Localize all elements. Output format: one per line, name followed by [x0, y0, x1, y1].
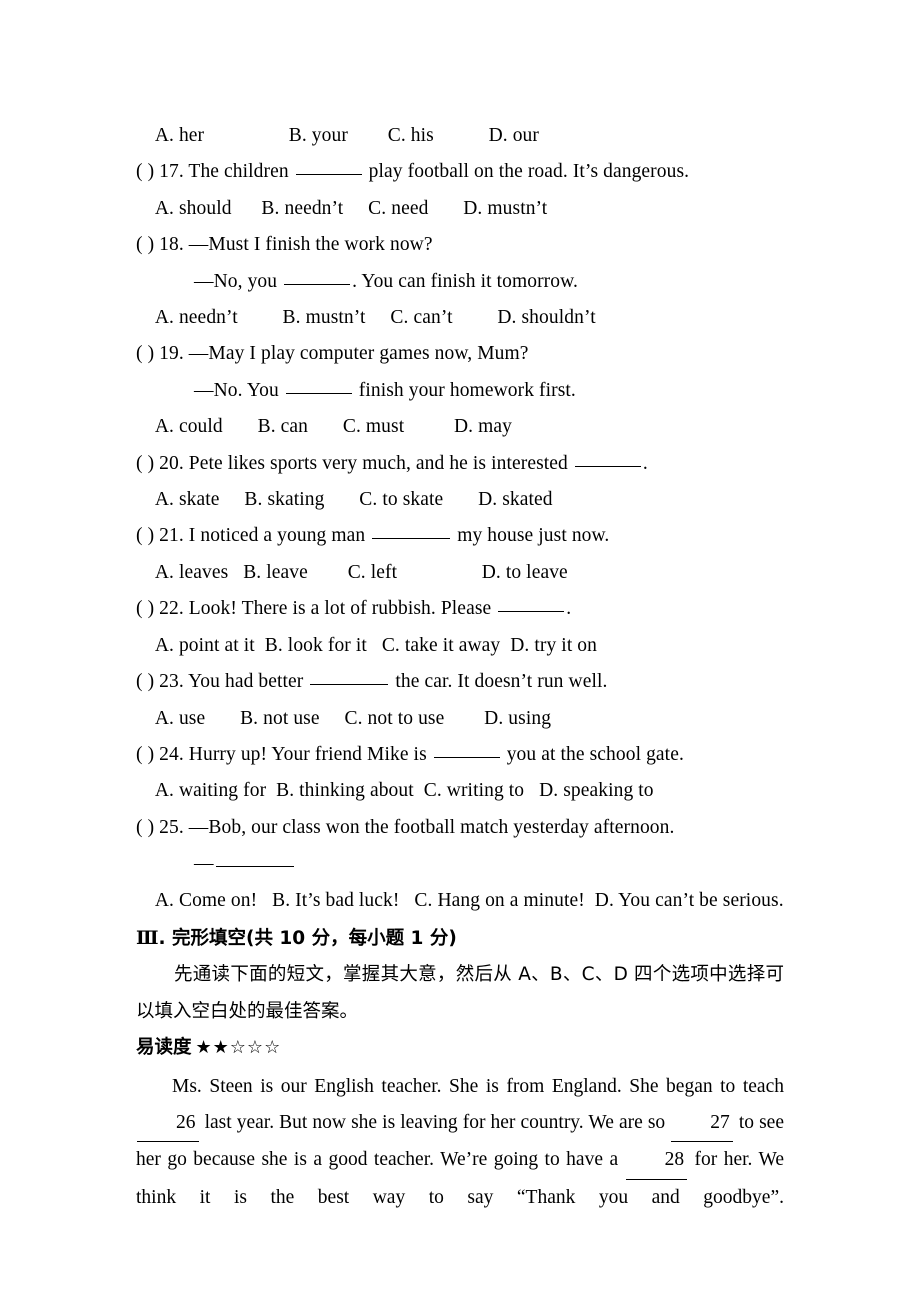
cloze-blank-26[interactable]: 26 [137, 1105, 199, 1143]
answer-blank-q21[interactable] [372, 538, 451, 540]
question-stem-q20: ( ) 20. Pete likes sports very much, and… [136, 446, 796, 482]
exam-page: A. her B. your C. his D. our ( ) 17. The… [0, 0, 920, 1302]
question-reply-q25: — [136, 846, 796, 882]
star-rating-icon: ★★☆☆☆ [195, 1037, 282, 1059]
question-text-q21-before: ( ) 21. I noticed a young man [136, 525, 371, 547]
answer-blank-q22[interactable] [498, 611, 565, 613]
answer-blank-q17[interactable] [295, 174, 362, 176]
answer-blank-q25[interactable] [215, 866, 294, 868]
question-text-q23-before: ( ) 23. You had better [136, 671, 309, 693]
question-options-q21: A. leaves B. leave C. left D. to leave [136, 561, 568, 583]
answer-blank-q23[interactable] [310, 684, 389, 686]
question-stem-q22: ( ) 22. Look! There is a lot of rubbish.… [136, 591, 796, 627]
question-text-q17-before: ( ) 17. The children [136, 161, 294, 183]
section-heading-text: . 完形填空(共 10 分，每小题 1 分) [158, 927, 457, 949]
question-options-q22: A. point at it B. look for it C. take it… [136, 634, 598, 656]
question-reply-q25-before: — [194, 853, 214, 875]
question-options-q25: A. Come on! B. It’s bad luck! C. Hang on… [136, 889, 784, 911]
question-text-q20-before: ( ) 20. Pete likes sports very much, and… [136, 452, 573, 474]
question-options-q23: A. use B. not use C. not to use D. using [136, 707, 552, 729]
question-options-q16: A. her B. your C. his D. our [136, 125, 539, 146]
question-stem-q21: ( ) 21. I noticed a young man my house j… [136, 518, 796, 554]
answer-blank-q20[interactable] [574, 465, 641, 467]
question-stem-q17: ( ) 17. The children play football on th… [136, 154, 796, 190]
cloze-passage: Ms. Steen is our English teacher. She is… [136, 1069, 784, 1253]
readability-label: 易读度 [136, 1037, 192, 1059]
section-instruction: 先通读下面的短文，掌握其大意，然后从 A、B、C、D 四个选项中选择可以填入空白… [136, 964, 784, 1022]
question-stem-q24: ( ) 24. Hurry up! Your friend Mike is yo… [136, 737, 796, 773]
question-reply-q19-after: finish your homework first. [353, 379, 576, 401]
question-text-q17-after: play football on the road. It’s dangerou… [363, 161, 690, 183]
passage-part-1: Ms. Steen is our English teacher. She is… [172, 1075, 784, 1097]
question-reply-q18: —No, you . You can finish it tomorrow. [136, 264, 796, 300]
question-text-q24-before: ( ) 24. Hurry up! Your friend Mike is [136, 743, 432, 765]
question-options-q17: A. should B. needn’t C. need D. mustn’t [136, 197, 548, 219]
question-text-q20-after: . [642, 452, 648, 474]
cloze-blank-28[interactable]: 28 [625, 1142, 688, 1180]
question-reply-q19-before: —No. You [194, 379, 284, 401]
question-text-q21-after: my house just now. [452, 525, 610, 547]
question-options-q20: A. skate B. skating C. to skate D. skate… [136, 489, 553, 511]
question-options-q19: A. could B. can C. must D. may [136, 416, 512, 438]
question-options-q18: A. needn’t B. mustn’t C. can’t D. should… [136, 307, 596, 329]
question-text-q23-after: the car. It doesn’t run well. [390, 671, 608, 693]
question-stem-q18: ( ) 18. —Must I finish the work now? [136, 234, 433, 256]
question-stem-q25: ( ) 25. —Bob, our class won the football… [136, 816, 675, 838]
section-heading-cloze: Ⅲ. 完形填空(共 10 分，每小题 1 分) [136, 921, 796, 957]
question-text-q22-before: ( ) 22. Look! There is a lot of rubbish.… [136, 598, 497, 620]
answer-blank-q19[interactable] [285, 392, 352, 394]
question-options-q24: A. waiting for B. thinking about C. writ… [136, 780, 654, 802]
cloze-blank-27[interactable]: 27 [671, 1105, 733, 1143]
answer-blank-q24[interactable] [433, 756, 500, 758]
question-text-q24-after: you at the school gate. [501, 743, 684, 765]
question-reply-q19: —No. You finish your homework first. [136, 373, 796, 409]
readability-rating: 易读度 ★★☆☆☆ [136, 1030, 796, 1067]
question-stem-q19: ( ) 19. —May I play computer games now, … [136, 343, 529, 365]
question-reply-q18-before: —No, you [194, 270, 283, 292]
page-content: A. her B. your C. his D. our ( ) 17. The… [136, 118, 796, 1253]
question-text-q22-after: . [566, 598, 572, 620]
question-stem-q23: ( ) 23. You had better the car. It doesn… [136, 664, 796, 700]
section-roman-numeral: Ⅲ [136, 928, 159, 949]
question-reply-q18-after: . You can finish it tomorrow. [352, 270, 578, 292]
answer-blank-q18[interactable] [284, 283, 351, 285]
passage-part-2: last year. But now she is leaving for he… [199, 1111, 671, 1133]
